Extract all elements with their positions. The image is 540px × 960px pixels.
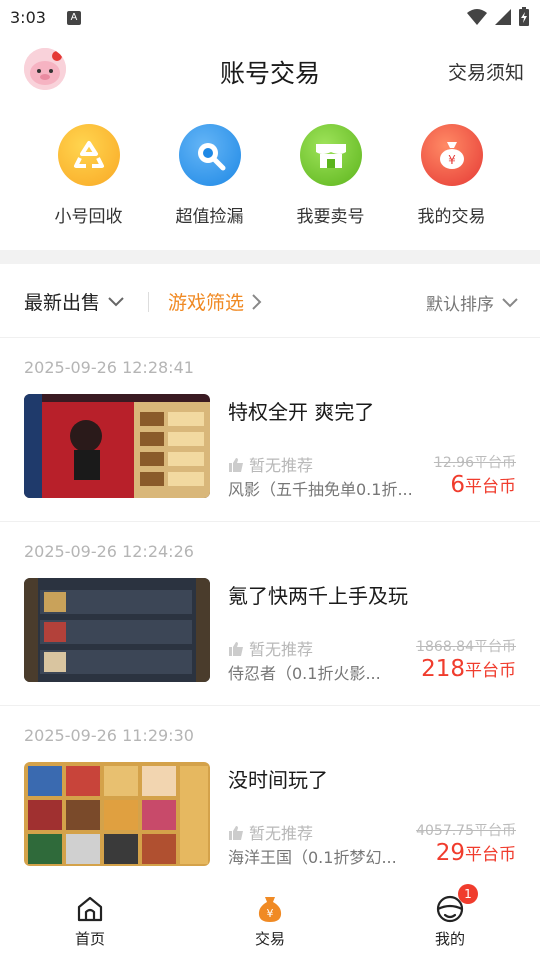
- recommendation-status: 暂无推荐: [228, 452, 313, 476]
- chevron-down-icon: [502, 297, 518, 307]
- sort-label: 默认排序: [426, 295, 494, 315]
- listing-thumbnail: [24, 578, 210, 682]
- listing-title: 没时间玩了: [228, 768, 328, 792]
- original-price: 4057.75平台币: [416, 823, 516, 839]
- bottom-nav: 首页 ¥ 交易 1 我的: [0, 880, 540, 960]
- chevron-right-icon: [252, 293, 262, 310]
- listing-item[interactable]: 2025-09-26 12:24:26 氪了快两千上手及玩 暂无推荐 1868.…: [0, 522, 540, 706]
- filter-bar: 最新出售 游戏筛选 默认排序: [0, 264, 540, 338]
- nav-home[interactable]: 首页: [40, 880, 140, 960]
- svg-text:¥: ¥: [448, 153, 456, 167]
- thumbs-up-icon: [229, 825, 243, 840]
- recommendation-status: 暂无推荐: [228, 636, 313, 660]
- quick-action-label: 超值捡漏: [175, 207, 244, 227]
- quick-action-bargain[interactable]: 超值捡漏: [160, 124, 260, 234]
- thumbs-up-icon: [229, 457, 243, 472]
- thumbs-up-icon: [229, 641, 243, 656]
- original-price: 12.96平台币: [433, 455, 516, 471]
- recommendation-label: 暂无推荐: [249, 824, 314, 843]
- listing-title: 特权全开 爽完了: [228, 400, 375, 424]
- listing-price: 6平台币: [450, 472, 516, 498]
- listing-game: 侍忍者（0.1折火影...: [228, 664, 381, 683]
- price-value: 29: [435, 840, 465, 866]
- nav-trade[interactable]: ¥ 交易: [220, 880, 320, 960]
- battery-icon: [519, 7, 529, 26]
- money-bag-icon: ¥: [420, 124, 483, 186]
- price-value: 218: [421, 656, 465, 682]
- listing-price: 218平台币: [421, 656, 516, 682]
- quick-action-label: 我要卖号: [296, 207, 365, 227]
- listing-thumbnail: [24, 762, 210, 866]
- notification-badge: 1: [458, 884, 478, 904]
- nav-trade-label: 交易: [254, 930, 285, 948]
- quick-action-label: 小号回收: [54, 207, 123, 227]
- recommendation-label: 暂无推荐: [249, 456, 314, 475]
- sort-dropdown[interactable]: 默认排序: [426, 290, 518, 315]
- latest-sale-dropdown[interactable]: 最新出售: [24, 288, 124, 315]
- trade-notice-link[interactable]: 交易须知: [448, 58, 524, 85]
- magnifier-icon: [178, 124, 241, 186]
- nav-home-label: 首页: [74, 930, 105, 948]
- listing-list: 2025-09-26 12:28:41 特权全开 爽完了 暂无推荐 12.96平…: [0, 338, 540, 878]
- recommendation-status: 暂无推荐: [228, 820, 313, 844]
- quick-action-label: 我的交易: [417, 207, 486, 227]
- nav-profile[interactable]: 1 我的: [400, 880, 500, 960]
- status-bar: 3:03 A: [0, 0, 540, 36]
- price-unit: 平台币: [465, 477, 516, 497]
- listing-title: 氪了快两千上手及玩: [228, 584, 408, 608]
- home-icon: [77, 896, 103, 922]
- status-time: 3:03: [10, 8, 46, 27]
- status-icons: [466, 7, 530, 27]
- listing-item[interactable]: 2025-09-26 12:28:41 特权全开 爽完了 暂无推荐 12.96平…: [0, 338, 540, 522]
- listing-thumbnail: [24, 394, 210, 498]
- listing-price: 29平台币: [436, 840, 516, 866]
- listing-time: 2025-09-26 11:29:30: [24, 726, 194, 745]
- quick-actions: 小号回收 超值捡漏 我要卖号 ¥ 我的交易: [0, 124, 540, 234]
- recommendation-label: 暂无推荐: [249, 640, 314, 659]
- chevron-down-icon: [108, 296, 124, 306]
- shop-icon: [299, 124, 362, 186]
- filter-separator: [148, 292, 149, 312]
- signal-icon: [495, 9, 511, 25]
- user-avatar[interactable]: [24, 48, 66, 90]
- game-filter-label: 游戏筛选: [168, 292, 245, 314]
- svg-text:¥: ¥: [267, 907, 274, 920]
- original-price: 1868.84平台币: [416, 639, 516, 655]
- recycle-icon: [57, 124, 120, 186]
- listing-time: 2025-09-26 12:24:26: [24, 542, 194, 561]
- quick-action-my-trades[interactable]: ¥ 我的交易: [402, 124, 502, 234]
- app-notification-icon: A: [67, 11, 81, 25]
- nav-profile-label: 我的: [434, 930, 465, 948]
- listing-game: 海洋王国（0.1折梦幻...: [228, 848, 397, 867]
- section-divider: [0, 250, 540, 264]
- listing-game: 风影（五千抽免单0.1折...: [228, 480, 413, 499]
- price-unit: 平台币: [465, 845, 516, 865]
- trade-bag-icon: ¥: [258, 897, 282, 922]
- game-filter-button[interactable]: 游戏筛选: [168, 288, 262, 315]
- quick-action-recycle[interactable]: 小号回收: [39, 124, 139, 234]
- latest-sale-label: 最新出售: [24, 292, 101, 314]
- listing-time: 2025-09-26 12:28:41: [24, 358, 194, 377]
- quick-action-sell[interactable]: 我要卖号: [281, 124, 381, 234]
- wifi-icon: [467, 9, 487, 25]
- price-unit: 平台币: [465, 661, 516, 681]
- price-value: 6: [450, 472, 465, 498]
- header: 账号交易 交易须知: [0, 36, 540, 104]
- listing-item[interactable]: 2025-09-26 11:29:30 没时间玩了 暂无推荐 4057.75平台…: [0, 706, 540, 878]
